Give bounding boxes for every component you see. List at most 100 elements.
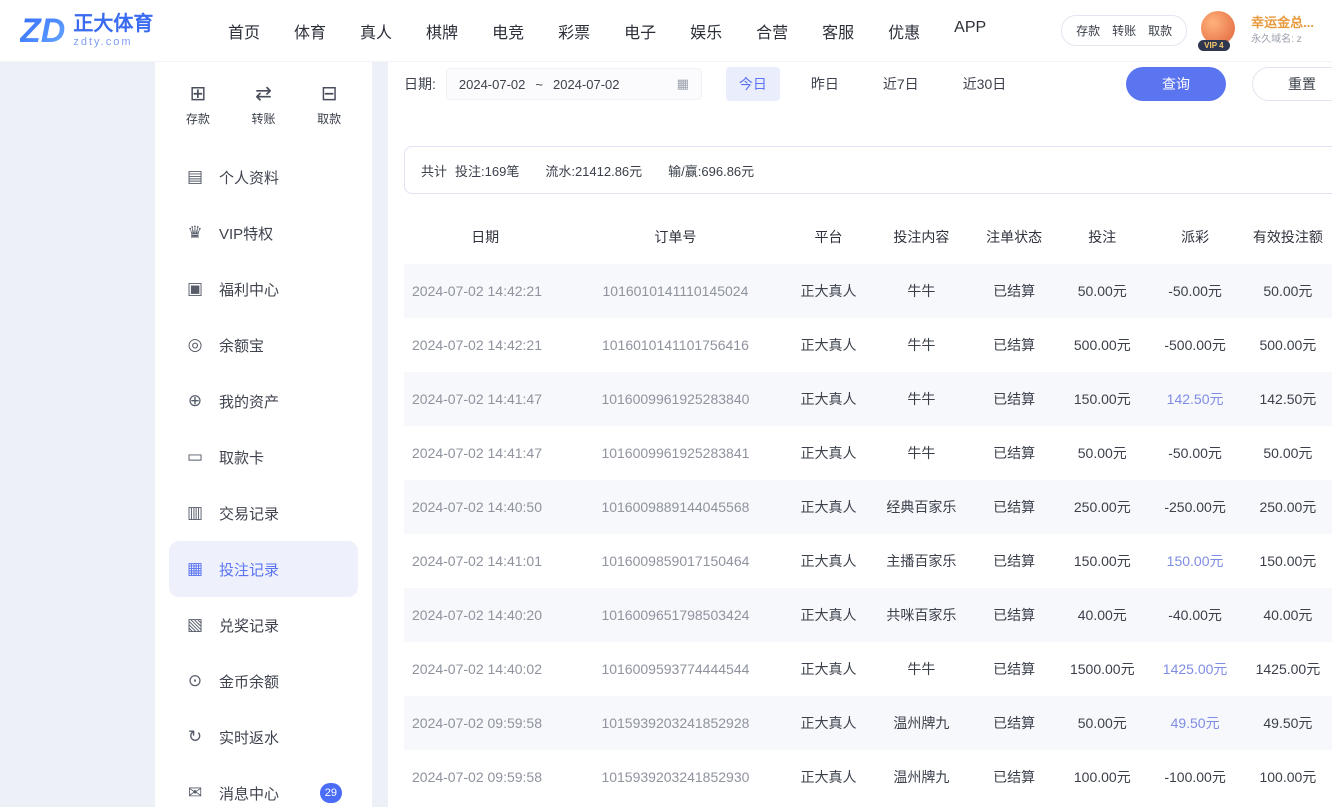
sidebar-item[interactable]: ▦ 投注记录 <box>169 541 358 597</box>
sidebar-item[interactable]: ▤ 个人资料 <box>169 149 358 205</box>
sidebar-item[interactable]: ♛ VIP特权 <box>169 205 358 261</box>
cell-bet-amount: 150.00元 <box>1058 372 1146 426</box>
sidebar-item[interactable]: ↻ 实时返水 <box>169 709 358 765</box>
table-row: 2024-07-02 14:40:20 1016009651798503424 … <box>404 588 1332 642</box>
table-row: 2024-07-02 14:42:21 1016010141101756416 … <box>404 318 1332 372</box>
table-row: 2024-07-02 09:59:58 1015939203241852928 … <box>404 696 1332 750</box>
cell-bet-content: 主播百家乐 <box>873 534 970 588</box>
cell-payout: 1425.00元 <box>1146 642 1243 696</box>
brand-logo-icon: ZD <box>20 14 65 48</box>
cell-platform: 正大真人 <box>784 750 872 804</box>
cell-date: 2024-07-02 14:41:47 <box>404 372 566 426</box>
vip-icon: ♛ <box>185 223 205 243</box>
brand-logo[interactable]: ZD 正大体育 zdty.com <box>20 13 200 48</box>
cell-payout: -100.00元 <box>1146 750 1243 804</box>
sidebar-item[interactable]: ▭ 取款卡 <box>169 429 358 485</box>
summary-prefix: 共计 <box>421 161 447 180</box>
nav-item[interactable]: 电子 <box>624 19 656 43</box>
sidebar-item-label: 个人资料 <box>219 167 279 188</box>
cell-bet-amount: 1500.00元 <box>1058 642 1146 696</box>
sidebar-item-label: 交易记录 <box>219 503 279 524</box>
sidebar-item[interactable]: ▥ 交易记录 <box>169 485 358 541</box>
sidebar-item-label: 福利中心 <box>219 279 279 300</box>
wallet-link[interactable]: 转账 <box>1112 22 1136 39</box>
nav-item[interactable]: 首页 <box>228 19 260 43</box>
cell-payout: -40.00元 <box>1146 588 1243 642</box>
nav-item[interactable]: APP <box>954 19 986 43</box>
cell-order-number: 1016009961925283840 <box>566 372 784 426</box>
summary-bet-count: 投注:169笔 <box>455 161 519 180</box>
username: 幸运金总... <box>1251 14 1314 32</box>
nav-item[interactable]: 电竞 <box>492 19 524 43</box>
date-range-button[interactable]: 近7日 <box>870 67 932 101</box>
date-range-button[interactable]: 近30日 <box>950 67 1020 101</box>
cell-bet-amount: 40.00元 <box>1058 588 1146 642</box>
cell-bet-content: 牛牛 <box>873 372 970 426</box>
cell-date: 2024-07-02 09:59:58 <box>404 696 566 750</box>
cell-status: 已结算 <box>970 264 1058 318</box>
cell-bet-amount: 100.00元 <box>1058 750 1146 804</box>
cell-status: 已结算 <box>970 372 1058 426</box>
summary-bar: 共计 投注:169笔 流水:21412.86元 输/赢:696.86元 <box>404 146 1332 194</box>
wallet-link[interactable]: 取款 <box>1148 22 1172 39</box>
top-header: ZD 正大体育 zdty.com 首页 体育 真人 棋牌 电竞 彩票 电子 娱乐 合营 客服 优惠 A… <box>0 0 1332 62</box>
sidebar: ⊞ 存款 ⇄ 转账 ⊟ 取款 <box>155 62 372 807</box>
cell-date: 2024-07-02 14:42:21 <box>404 264 566 318</box>
sidebar-quick-actions: ⊞ 存款 ⇄ 转账 ⊟ 取款 <box>155 62 372 139</box>
sidebar-item[interactable]: ▧ 兑奖记录 <box>169 597 358 653</box>
sidebar-menu: ▤ 个人资料 ♛ VIP特权 ▣ 福利中心 <box>155 139 372 807</box>
date-range-button[interactable]: 今日 <box>726 67 780 101</box>
cell-date: 2024-07-02 09:59:58 <box>404 750 566 804</box>
quick-action[interactable]: ⇄ 转账 <box>251 84 275 127</box>
sidebar-item-label: 余额宝 <box>219 335 264 356</box>
cell-platform: 正大真人 <box>784 480 872 534</box>
nav-item[interactable]: 彩票 <box>558 19 590 43</box>
cell-valid-amount: 50.00元 <box>1244 264 1332 318</box>
cell-valid-amount: 500.00元 <box>1244 318 1332 372</box>
quick-action[interactable]: ⊟ 取款 <box>317 84 341 127</box>
yuebao-icon: ◎ <box>185 335 205 355</box>
date-separator: ~ <box>535 77 543 92</box>
nav-item[interactable]: 体育 <box>294 19 326 43</box>
nav-item[interactable]: 客服 <box>822 19 854 43</box>
query-button[interactable]: 查询 <box>1126 67 1226 101</box>
cell-platform: 正大真人 <box>784 534 872 588</box>
sidebar-item-label: 我的资产 <box>219 391 279 412</box>
cell-bet-amount: 500.00元 <box>1058 318 1146 372</box>
quick-date-ranges: 今日昨日近7日近30日 <box>726 67 1019 101</box>
nav-item[interactable]: 真人 <box>360 19 392 43</box>
rebate-icon: ↻ <box>185 727 205 747</box>
cell-valid-amount: 50.00元 <box>1244 426 1332 480</box>
sidebar-item[interactable]: ✉ 消息中心 29 <box>169 765 358 807</box>
nav-item[interactable]: 棋牌 <box>426 19 458 43</box>
cell-status: 已结算 <box>970 318 1058 372</box>
date-range-picker[interactable]: 2024-07-02 ~ 2024-07-02 <box>446 68 702 100</box>
quick-action[interactable]: ⊞ 存款 <box>186 84 210 127</box>
table-row: 2024-07-02 14:41:47 1016009961925283840 … <box>404 372 1332 426</box>
date-range-button[interactable]: 昨日 <box>798 67 852 101</box>
nav-item[interactable]: 优惠 <box>888 19 920 43</box>
messages-icon: ✉ <box>185 783 205 803</box>
reset-button[interactable]: 重置 <box>1252 67 1332 101</box>
sidebar-item[interactable]: ◎ 余额宝 <box>169 317 358 373</box>
sidebar-item-label: 实时返水 <box>219 727 279 748</box>
cell-platform: 正大真人 <box>784 642 872 696</box>
nav-item[interactable]: 娱乐 <box>690 19 722 43</box>
sidebar-item[interactable]: ▣ 福利中心 <box>169 261 358 317</box>
table-header-row: 日期订单号平台投注内容注单状态投注派彩有效投注额 <box>404 210 1332 264</box>
cell-status: 已结算 <box>970 426 1058 480</box>
sidebar-item[interactable]: ⊙ 金币余额 <box>169 653 358 709</box>
cell-order-number: 1016009651798503424 <box>566 588 784 642</box>
nav-item[interactable]: 合营 <box>756 19 788 43</box>
cell-bet-amount: 50.00元 <box>1058 426 1146 480</box>
wallet-link[interactable]: 存款 <box>1076 22 1100 39</box>
sidebar-item[interactable]: ⊕ 我的资产 <box>169 373 358 429</box>
cell-bet-content: 牛牛 <box>873 318 970 372</box>
cell-status: 已结算 <box>970 642 1058 696</box>
cell-valid-amount: 100.00元 <box>1244 750 1332 804</box>
cell-platform: 正大真人 <box>784 696 872 750</box>
cell-bet-content: 牛牛 <box>873 264 970 318</box>
summary-winloss: 输/赢:696.86元 <box>668 161 754 180</box>
cell-status: 已结算 <box>970 534 1058 588</box>
table-header-cell: 投注 <box>1058 210 1146 264</box>
